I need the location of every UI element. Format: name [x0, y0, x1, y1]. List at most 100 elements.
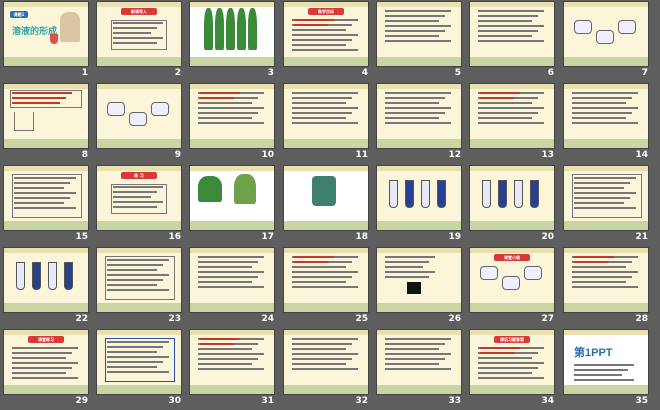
test-tube-icon [64, 262, 73, 290]
text-line [292, 281, 346, 283]
text-line [113, 42, 157, 44]
slide-thumbnail[interactable]: 练 习 16 [97, 166, 181, 242]
slide-canvas[interactable] [190, 84, 274, 148]
text-line [385, 10, 451, 12]
slide-number: 15 [75, 232, 88, 242]
slide-canvas[interactable] [284, 84, 368, 148]
slide-thumbnail[interactable]: 19 [377, 166, 461, 242]
slide-canvas[interactable] [4, 248, 88, 312]
slide-canvas[interactable]: 第1PPT [564, 330, 648, 394]
slide-canvas[interactable]: 课后习题答案 [470, 330, 554, 394]
slide-canvas[interactable] [377, 330, 461, 394]
slide-thumbnail[interactable]: 31 [190, 330, 274, 406]
slide-canvas[interactable] [377, 2, 461, 66]
diagram-node [129, 112, 147, 126]
slide-thumbnail[interactable]: 21 [564, 166, 648, 242]
slide-canvas[interactable]: 练 习 [97, 166, 181, 230]
slide-thumbnail[interactable]: 22 [4, 248, 88, 324]
slide-thumbnail[interactable]: 33 [377, 330, 461, 406]
slide-canvas[interactable] [190, 330, 274, 394]
text-line [385, 338, 451, 340]
slide-thumbnail[interactable]: 新课导入 2 [97, 2, 181, 78]
slide-thumbnail[interactable]: 课堂小结 27 [470, 248, 554, 324]
slide-canvas[interactable] [97, 330, 181, 394]
slide-canvas[interactable]: 课堂小结 [470, 248, 554, 312]
text-line [14, 192, 76, 194]
slide-canvas[interactable] [470, 166, 554, 230]
slide-canvas[interactable]: 课题1 溶液的形成 [4, 2, 88, 66]
slide-canvas[interactable] [470, 84, 554, 148]
slide-thumbnail[interactable]: 17 [190, 166, 274, 242]
diagram-node [480, 266, 498, 280]
slide-canvas[interactable] [190, 248, 274, 312]
text-line [292, 338, 358, 340]
slide-thumbnail[interactable]: 8 [4, 84, 88, 160]
slide-number: 24 [261, 314, 274, 324]
slide-thumbnail[interactable]: 7 [564, 2, 648, 78]
text-line [12, 377, 78, 379]
slide-canvas[interactable]: 教学目标 [284, 2, 368, 66]
slide-thumbnail[interactable]: 教学目标 4 [284, 2, 368, 78]
slide-thumbnail[interactable]: 课堂练习 29 [4, 330, 88, 406]
slide-canvas[interactable] [564, 248, 648, 312]
slide-canvas[interactable] [564, 2, 648, 66]
slide-thumbnail[interactable]: 5 [377, 2, 461, 78]
slide-canvas[interactable] [190, 2, 274, 66]
slide-canvas[interactable] [284, 330, 368, 394]
slide-thumbnail[interactable]: 28 [564, 248, 648, 324]
slide-thumbnail[interactable]: 第1PPT 35 [564, 330, 648, 406]
text-line [478, 112, 538, 114]
slide-header-band [284, 248, 368, 253]
slide-footer-band [377, 303, 461, 312]
slide-canvas[interactable] [284, 248, 368, 312]
slide-number: 5 [454, 68, 461, 78]
flask-icon [50, 34, 58, 44]
text-line [478, 15, 538, 17]
slide-canvas[interactable] [377, 248, 461, 312]
slide-thumbnail[interactable]: 23 [97, 248, 181, 324]
text-line [198, 117, 252, 119]
slide-thumbnail[interactable]: 12 [377, 84, 461, 160]
slide-number: 21 [635, 232, 648, 242]
slide-thumbnail[interactable]: 15 [4, 166, 88, 242]
slide-thumbnail[interactable]: 32 [284, 330, 368, 406]
slide-thumbnail[interactable]: 14 [564, 84, 648, 160]
slide-thumbnail[interactable]: 课题1 溶液的形成 1 [4, 2, 88, 78]
slide-thumbnail[interactable]: 30 [97, 330, 181, 406]
slide-canvas[interactable] [284, 166, 368, 230]
slide-thumbnail[interactable]: 9 [97, 84, 181, 160]
test-tube-icon [421, 180, 430, 208]
slide-canvas[interactable] [564, 166, 648, 230]
slide-thumbnail[interactable]: 18 [284, 166, 368, 242]
slide-canvas[interactable] [377, 84, 461, 148]
slide-thumbnail[interactable]: 20 [470, 166, 554, 242]
slide-thumbnail[interactable]: 10 [190, 84, 274, 160]
slide-thumbnail[interactable]: 26 [377, 248, 461, 324]
slide-number: 23 [168, 314, 181, 324]
text-line [385, 117, 439, 119]
slide-thumbnail[interactable]: 3 [190, 2, 274, 78]
slide-canvas[interactable]: 课堂练习 [4, 330, 88, 394]
slide-thumbnail[interactable]: 24 [190, 248, 274, 324]
slide-thumbnail[interactable]: 25 [284, 248, 368, 324]
slide-canvas[interactable] [470, 2, 554, 66]
slide-canvas[interactable] [4, 84, 88, 148]
text-line [292, 348, 346, 350]
slide-thumbnail[interactable]: 6 [470, 2, 554, 78]
text-line [292, 102, 346, 104]
slide-canvas[interactable] [97, 248, 181, 312]
diagram-node [107, 102, 125, 116]
slide-canvas[interactable] [97, 84, 181, 148]
slide-canvas[interactable] [377, 166, 461, 230]
slide-thumbnail[interactable]: 13 [470, 84, 554, 160]
slide-canvas[interactable] [190, 166, 274, 230]
text-line [107, 361, 163, 363]
slide-thumbnail[interactable]: 11 [284, 84, 368, 160]
slide-footer-band [284, 57, 368, 66]
slide-thumbnail[interactable]: 课后习题答案 34 [470, 330, 554, 406]
section-chip: 课堂练习 [28, 336, 64, 343]
slide-canvas[interactable] [4, 166, 88, 230]
text-line [572, 122, 638, 124]
slide-canvas[interactable]: 新课导入 [97, 2, 181, 66]
slide-canvas[interactable] [564, 84, 648, 148]
